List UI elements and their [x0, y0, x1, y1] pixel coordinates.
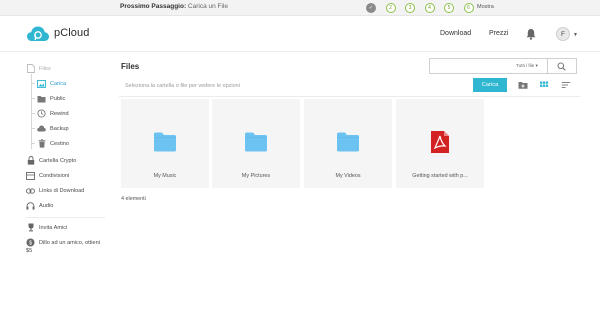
- notification-bell-icon[interactable]: [526, 28, 536, 40]
- sidebar-item-files[interactable]: Files: [26, 64, 51, 73]
- logo-text[interactable]: pCloud: [54, 27, 89, 39]
- trophy-icon: [26, 223, 35, 232]
- item-count: 4 elementi: [121, 196, 146, 202]
- grid-view-icon[interactable]: [539, 80, 549, 90]
- sidebar-item-audio[interactable]: Audio: [26, 201, 53, 210]
- upload-image-icon: [37, 79, 46, 88]
- step-indicators: ✓ 2 3 4 5 6: [366, 2, 483, 14]
- refer-amount: $5: [26, 248, 33, 254]
- search-icon[interactable]: [557, 62, 566, 71]
- file-tile[interactable]: My Videos: [304, 99, 392, 188]
- folder-icon: [154, 132, 176, 152]
- sidebar-item-upload[interactable]: Carica: [37, 79, 66, 88]
- sidebar-item-rewind[interactable]: Rewind: [37, 109, 69, 118]
- link-icon: [26, 186, 35, 195]
- step-5[interactable]: 5: [444, 3, 454, 13]
- sidebar-item-label: Condivisioni: [39, 172, 70, 179]
- show-steps-link[interactable]: Mostra: [477, 4, 494, 10]
- shared-folder-icon: [26, 171, 35, 180]
- sidebar-item-invite[interactable]: Invita Amici: [26, 223, 67, 232]
- pcloud-logo-icon[interactable]: [27, 26, 49, 42]
- sidebar-item-label: Audio: [39, 202, 54, 209]
- rewind-icon: [37, 109, 46, 118]
- headphones-icon: [26, 201, 35, 210]
- page-title: Files: [121, 62, 140, 71]
- files-icon: [26, 64, 35, 73]
- sidebar-item-download-links[interactable]: Links di Download: [26, 186, 84, 195]
- backup-cloud-icon: [37, 124, 46, 133]
- new-folder-icon[interactable]: [518, 80, 528, 90]
- next-step-title: Prossimo Passaggio:: [120, 3, 187, 10]
- file-type-filter[interactable]: Tutti i file ▾: [516, 63, 538, 69]
- sidebar-item-label: Rewind: [50, 110, 69, 117]
- file-tile[interactable]: Getting started with p...: [396, 99, 484, 188]
- selection-hint: Seleziona la cartella o file per vedere …: [125, 83, 240, 89]
- lock-icon: [26, 156, 35, 165]
- pdf-file-icon: [431, 131, 449, 153]
- filter-label: Tutti i file: [516, 63, 535, 68]
- nav-prices-link[interactable]: Prezzi: [489, 30, 508, 37]
- file-name: My Pictures: [241, 173, 271, 179]
- sidebar-item-backup[interactable]: Backup: [37, 124, 69, 133]
- sidebar-item-label: Backup: [50, 125, 69, 132]
- file-tile[interactable]: My Music: [121, 99, 209, 188]
- step-3[interactable]: 3: [405, 3, 415, 13]
- sidebar-item-crypto[interactable]: Cartella Crypto: [26, 156, 76, 165]
- step-4[interactable]: 4: [424, 3, 435, 13]
- sidebar-item-label: Files: [39, 65, 51, 72]
- next-step-label: Prossimo Passaggio: Carica un File: [120, 3, 228, 10]
- sidebar-item-label: Cartella Crypto: [39, 157, 77, 164]
- sidebar-item-label: Dillo ad un amico, ottieni: [39, 239, 100, 246]
- file-tile[interactable]: My Pictures: [212, 99, 300, 188]
- sidebar-item-label: Invita Amici: [39, 224, 68, 231]
- sidebar-item-label: Public: [50, 95, 66, 102]
- folder-icon: [337, 132, 359, 152]
- file-name: My Videos: [335, 173, 361, 179]
- file-name: Getting started with p...: [412, 173, 468, 179]
- user-avatar[interactable]: F: [556, 27, 570, 41]
- step-1-done[interactable]: ✓: [366, 3, 376, 13]
- nav-download-link[interactable]: Download: [440, 30, 471, 37]
- svg-text:$: $: [29, 241, 32, 247]
- sidebar-item-trash[interactable]: Cestino: [37, 139, 69, 148]
- sidebar-item-refer[interactable]: $ Dillo ad un amico, ottieni: [26, 238, 100, 247]
- sidebar-item-label: Carica: [50, 80, 67, 87]
- file-name: My Music: [153, 173, 177, 179]
- sort-icon[interactable]: [561, 80, 571, 90]
- sidebar-item-label: Links di Download: [39, 187, 85, 194]
- search-box[interactable]: Tutti i file ▾: [429, 58, 577, 74]
- upload-button[interactable]: Carica: [473, 78, 507, 92]
- public-folder-icon: [37, 94, 46, 103]
- content-divider: [119, 96, 580, 97]
- sidebar-item-shares[interactable]: Condivisioni: [26, 171, 69, 180]
- tree-line: [31, 74, 32, 149]
- sidebar-item-public[interactable]: Public: [37, 94, 65, 103]
- next-step-text: Carica un File: [187, 3, 229, 10]
- sidebar-item-label: Cestino: [50, 140, 69, 147]
- folder-icon: [245, 132, 267, 152]
- step-6[interactable]: 6: [463, 3, 474, 13]
- top-header: [0, 16, 600, 52]
- dollar-coin-icon: $: [26, 238, 35, 247]
- trash-icon: [37, 139, 46, 148]
- step-2[interactable]: 2: [385, 3, 396, 13]
- next-step-bar: Prossimo Passaggio: Carica un File ✓ 2 3…: [0, 0, 600, 16]
- chevron-down-icon[interactable]: ▼: [573, 32, 578, 38]
- sidebar-divider: [25, 217, 105, 218]
